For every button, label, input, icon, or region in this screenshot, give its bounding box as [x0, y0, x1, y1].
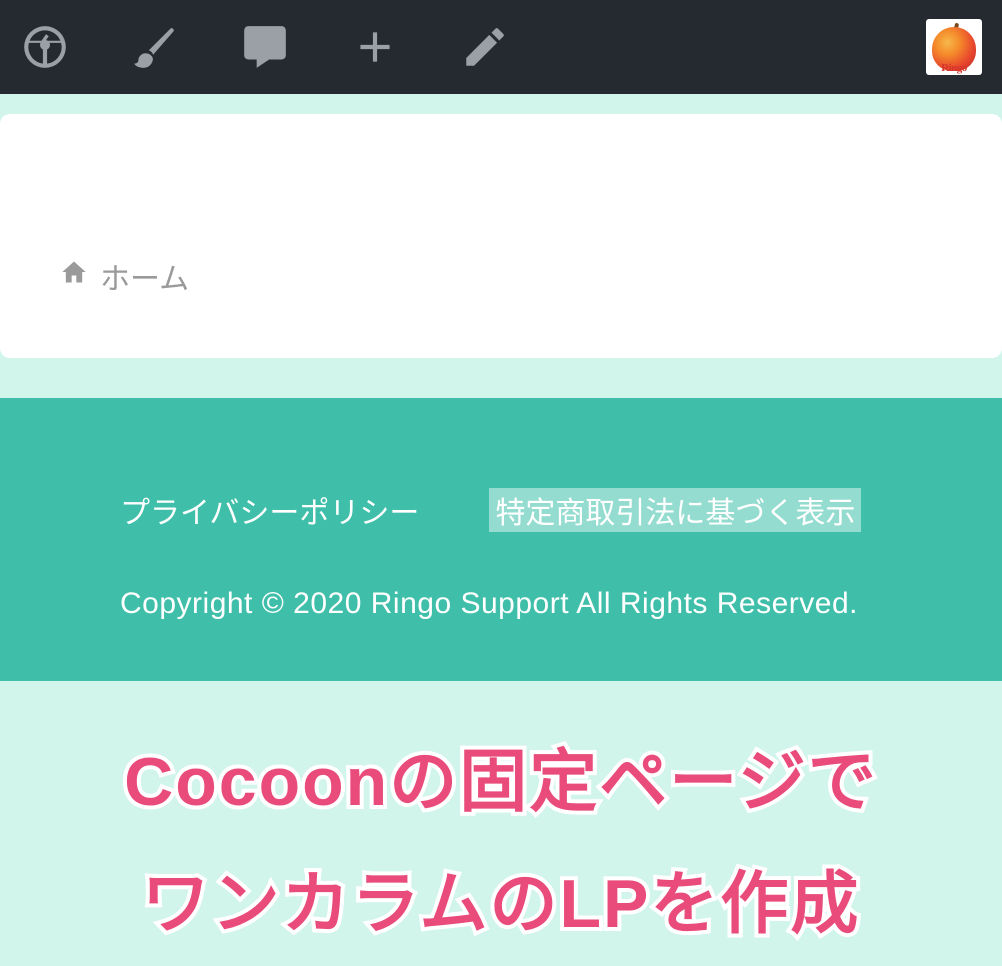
plus-icon[interactable]	[350, 22, 400, 72]
copyright-text: Copyright © 2020 Ringo Support All Right…	[120, 587, 882, 621]
wp-admin-bar: Ringo	[0, 0, 1002, 94]
comment-icon[interactable]	[240, 22, 290, 72]
user-avatar[interactable]: Ringo	[926, 19, 982, 75]
breadcrumb-home-label[interactable]: ホーム	[100, 254, 189, 298]
content-card: ホーム	[0, 114, 1002, 358]
footer-link-privacy[interactable]: プライバシーポリシー	[120, 488, 419, 532]
brush-icon[interactable]	[130, 22, 180, 72]
breadcrumb: ホーム	[60, 254, 942, 298]
footer-link-commerce-law[interactable]: 特定商取引法に基づく表示	[489, 488, 861, 532]
overlay-line-2: ワンカラムのLPを作成	[0, 843, 1002, 965]
home-icon[interactable]	[60, 258, 88, 294]
adminbar-left	[20, 22, 926, 72]
overlay-line-1: Cocoonの固定ページで	[0, 721, 1002, 843]
dashboard-icon[interactable]	[20, 22, 70, 72]
edit-icon[interactable]	[460, 22, 510, 72]
annotation-overlay: Cocoonの固定ページで ワンカラムのLPを作成	[0, 721, 1002, 966]
footer-links: プライバシーポリシー 特定商取引法に基づく表示	[120, 488, 882, 532]
site-footer: プライバシーポリシー 特定商取引法に基づく表示 Copyright © 2020…	[0, 398, 1002, 681]
avatar-label: Ringo	[926, 62, 982, 74]
